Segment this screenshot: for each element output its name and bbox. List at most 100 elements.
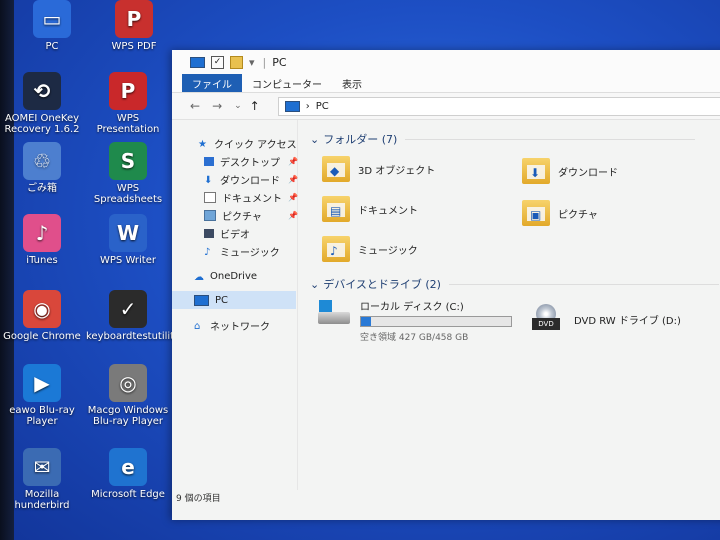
app-icon: ♪ — [23, 214, 61, 252]
pin-icon[interactable]: 📌 — [288, 175, 298, 184]
document-icon: ▤ — [330, 204, 342, 218]
pc-icon — [194, 294, 209, 306]
folder-icon: ♪ — [322, 236, 350, 262]
windows-drive-icon — [316, 298, 352, 328]
nav-onedrive[interactable]: ☁ OneDrive — [194, 268, 294, 284]
drive-label: DVD RW ドライブ (D:) — [574, 316, 681, 327]
desktop-icon-label: AOMEI OneKey Recovery 1.6.2 — [4, 113, 80, 135]
nav-item-desktop[interactable]: デスクトップ 📌 — [204, 153, 298, 169]
desktop-icon[interactable]: ◉ Google Chrome — [0, 290, 84, 342]
breadcrumb-chevron-icon[interactable]: › — [306, 101, 310, 112]
folder-downloads[interactable]: ⬇ ダウンロード — [522, 158, 618, 184]
tab-computer[interactable]: コンピューター — [242, 74, 332, 92]
nav-item-documents[interactable]: ドキュメント 📌 — [204, 189, 298, 205]
picture-icon — [204, 209, 216, 221]
desktop-icon[interactable]: ♪ iTunes — [0, 214, 84, 266]
drives-group-label: デバイスとドライブ (2) — [323, 278, 441, 291]
group-divider — [448, 283, 719, 285]
nav-pc-label: PC — [215, 294, 229, 306]
folder-icon: ⬇ — [522, 158, 550, 184]
desktop-icon-label: WPS Presentation — [96, 113, 160, 135]
nav-network-label: ネットワーク — [210, 321, 270, 333]
address-box[interactable]: › PC — [277, 96, 720, 116]
desktop-icon[interactable]: ♲ ごみ箱 — [0, 142, 84, 194]
desktop-icon[interactable]: ⟲ AOMEI OneKey Recovery 1.6.2 — [0, 72, 84, 135]
nav-item-videos[interactable]: ビデオ — [204, 225, 298, 241]
nav-network[interactable]: ⌂ ネットワーク — [194, 317, 294, 333]
customize-quick-access-icon[interactable]: ▾ — [249, 56, 255, 69]
folders-group-header[interactable]: ⌄ フォルダー (7) — [310, 131, 696, 147]
desktop-icon[interactable]: ✉ Mozilla hunderbird — [0, 448, 84, 511]
dvd-drive-icon: DVD — [530, 304, 566, 334]
app-icon: ✓ — [109, 290, 147, 328]
desktop-icon-label: Google Chrome — [3, 331, 81, 342]
back-arrow-icon[interactable]: ← — [190, 99, 200, 113]
pin-icon[interactable]: 📌 — [288, 211, 298, 220]
music-note-icon: ♪ — [330, 244, 338, 258]
ribbon-tabs: ファイル コンピューター 表示 — [172, 74, 720, 93]
navigation-pane: ★ クイック アクセス デスクトップ 📌 ⬇ ダウンロード 📌 ドキュメント 📌… — [172, 120, 298, 490]
address-text: PC — [315, 100, 329, 112]
desktop-icon[interactable]: P WPS PDF — [92, 0, 176, 52]
tab-view[interactable]: 表示 — [332, 74, 372, 92]
desktop-icon[interactable]: ✓ keyboardtestutility — [86, 290, 180, 342]
file-explorer-window[interactable]: ✓ ▾ | PC ファイル コンピューター 表示 ← → ⌄ ↑ › PC ★ … — [172, 50, 720, 520]
desktop-icon[interactable]: W WPS Writer — [86, 214, 170, 266]
status-bar: 9 個の項目 — [176, 491, 221, 504]
quick-access-checkbox-icon[interactable]: ✓ — [211, 55, 224, 69]
pin-icon[interactable]: 📌 — [288, 157, 298, 166]
nav-pc[interactable]: PC — [194, 292, 294, 308]
download-icon: ⬇ — [530, 166, 541, 180]
drive-d[interactable]: DVD DVD RW ドライブ (D:) — [530, 304, 681, 334]
item-count: 9 個の項目 — [176, 494, 221, 504]
app-icon: P — [115, 0, 153, 38]
desktop-icon[interactable]: P WPS Presentation — [86, 72, 170, 135]
cube-icon: ◆ — [330, 164, 340, 178]
folder-label: 3D オブジェクト — [358, 165, 436, 177]
new-folder-icon[interactable] — [230, 55, 243, 69]
desktop-icon-label: Mozilla hunderbird — [14, 489, 70, 511]
nav-item-label: ビデオ — [220, 229, 250, 241]
nav-item-pictures[interactable]: ピクチャ 📌 — [204, 207, 298, 223]
folders-group-label: フォルダー (7) — [323, 133, 398, 146]
download-icon: ⬇ — [204, 174, 213, 186]
group-divider — [405, 138, 696, 140]
nav-item-music[interactable]: ♪ ミュージック — [204, 243, 298, 259]
app-icon: P — [109, 72, 147, 110]
desktop-icon[interactable]: S WPS Spreadsheets — [86, 142, 170, 205]
nav-quick-access[interactable]: ★ クイック アクセス — [198, 135, 298, 151]
pin-icon[interactable]: 📌 — [288, 193, 298, 202]
desktop-icon-label: Microsoft Edge — [91, 489, 165, 500]
app-icon: ♲ — [23, 142, 61, 180]
title-bar[interactable]: ✓ ▾ | PC — [172, 50, 720, 74]
desktop-icon-label: WPS PDF — [111, 41, 157, 52]
nav-onedrive-label: OneDrive — [210, 270, 258, 282]
app-icon: ✉ — [23, 448, 61, 486]
nav-item-label: ピクチャ — [222, 211, 262, 223]
desktop-icon[interactable]: ▭ PC — [10, 0, 94, 52]
desktop-icon-label: eawo Blu-ray Player — [9, 405, 75, 427]
chevron-down-icon[interactable]: ⌄ — [310, 278, 319, 291]
nav-item-label: ミュージック — [220, 247, 280, 259]
pc-icon — [190, 56, 205, 68]
up-arrow-icon[interactable]: ↑ — [250, 99, 260, 113]
desktop-icon[interactable]: ▶ eawo Blu-ray Player — [0, 364, 84, 427]
desktop-icon-label: iTunes — [26, 255, 58, 266]
nav-quick-access-label: クイック アクセス — [214, 139, 297, 151]
app-icon: W — [109, 214, 147, 252]
folder-3d-objects[interactable]: ◆ 3D オブジェクト — [322, 156, 435, 182]
folder-documents[interactable]: ▤ ドキュメント — [322, 196, 418, 222]
tab-file[interactable]: ファイル — [182, 74, 242, 92]
picture-icon: ▣ — [530, 208, 542, 222]
cloud-icon: ☁ — [194, 271, 204, 283]
recent-locations-icon[interactable]: ⌄ — [234, 101, 242, 111]
chevron-down-icon[interactable]: ⌄ — [310, 133, 319, 146]
drives-group-header[interactable]: ⌄ デバイスとドライブ (2) — [310, 276, 719, 292]
folder-music[interactable]: ♪ ミュージック — [322, 236, 418, 262]
nav-item-downloads[interactable]: ⬇ ダウンロード 📌 — [204, 171, 298, 187]
desktop-icon[interactable]: ◎ Macgo Windows Blu-ray Player — [86, 364, 170, 427]
forward-arrow-icon[interactable]: → — [212, 99, 222, 113]
desktop-icon[interactable]: e Microsoft Edge — [86, 448, 170, 500]
folder-pictures[interactable]: ▣ ピクチャ — [522, 200, 598, 226]
drive-c[interactable]: ローカル ディスク (C:) 空き領域 427 GB/458 GB — [316, 298, 512, 343]
